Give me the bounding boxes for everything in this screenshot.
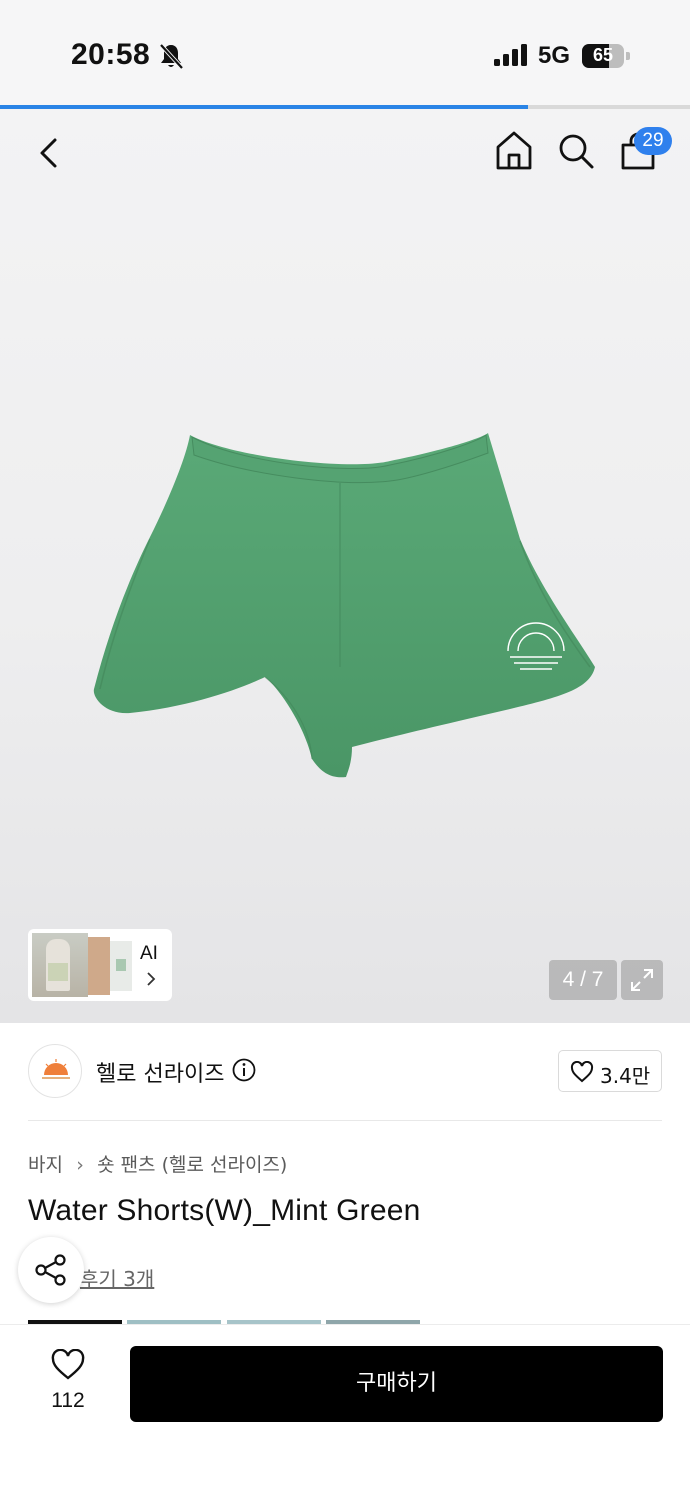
wishlist-count: 112 xyxy=(51,1389,85,1412)
product-image-shorts xyxy=(93,433,595,778)
share-button[interactable] xyxy=(18,1237,84,1303)
review-link[interactable]: 후기 3개 xyxy=(80,1263,154,1292)
wishlist-button[interactable]: 112 xyxy=(40,1349,96,1421)
network-type: 5G xyxy=(538,42,571,69)
info-icon[interactable] xyxy=(232,1058,256,1082)
brand-like-count: 3.4만 xyxy=(600,1064,651,1088)
bottom-action-bar: 112 구매하기 xyxy=(0,1324,690,1500)
expand-image-button[interactable] xyxy=(621,960,663,1000)
sun-logo-icon xyxy=(42,1059,70,1079)
divider xyxy=(28,1120,662,1121)
chevron-right-icon xyxy=(147,972,156,986)
battery-percent: 65 xyxy=(592,45,614,65)
bell-off-icon xyxy=(159,43,184,70)
product-image-gallery[interactable]: 29 AI 4 / 7 xyxy=(0,109,690,1023)
heart-icon xyxy=(51,1349,85,1380)
image-counter: 4 / 7 xyxy=(549,960,617,1000)
heart-icon xyxy=(570,1061,594,1083)
breadcrumb-item[interactable]: 바지 xyxy=(28,1154,63,1176)
buy-button[interactable]: 구매하기 xyxy=(130,1346,663,1422)
ai-styling-card[interactable]: AI xyxy=(28,929,172,1001)
back-icon[interactable] xyxy=(30,133,70,173)
status-bar: 20:58 5G 65 xyxy=(0,0,690,106)
ai-thumbnail xyxy=(32,933,88,997)
expand-icon xyxy=(631,969,653,991)
chevron-right-icon: › xyxy=(76,1154,84,1176)
cellular-signal-icon xyxy=(494,44,527,66)
battery-icon: 65 xyxy=(582,44,630,68)
brand-logo[interactable] xyxy=(28,1044,82,1098)
ai-thumbnail xyxy=(110,941,132,991)
ai-thumbnail xyxy=(88,937,110,995)
brand-like-button[interactable]: 3.4만 xyxy=(558,1050,662,1092)
search-icon[interactable] xyxy=(556,131,596,171)
product-title: Water Shorts(W)_Mint Green xyxy=(28,1194,421,1227)
cart-count-badge: 29 xyxy=(634,127,672,155)
breadcrumb: 바지 › 숏 팬츠 (헬로 선라이즈) xyxy=(28,1150,287,1177)
brand-name[interactable]: 헬로 선라이즈 xyxy=(96,1056,224,1088)
share-icon xyxy=(35,1254,66,1286)
status-time: 20:58 xyxy=(71,38,151,71)
breadcrumb-item[interactable]: 숏 팬츠 (헬로 선라이즈) xyxy=(97,1154,287,1176)
home-icon[interactable] xyxy=(494,129,534,171)
ai-label: AI xyxy=(140,943,158,964)
